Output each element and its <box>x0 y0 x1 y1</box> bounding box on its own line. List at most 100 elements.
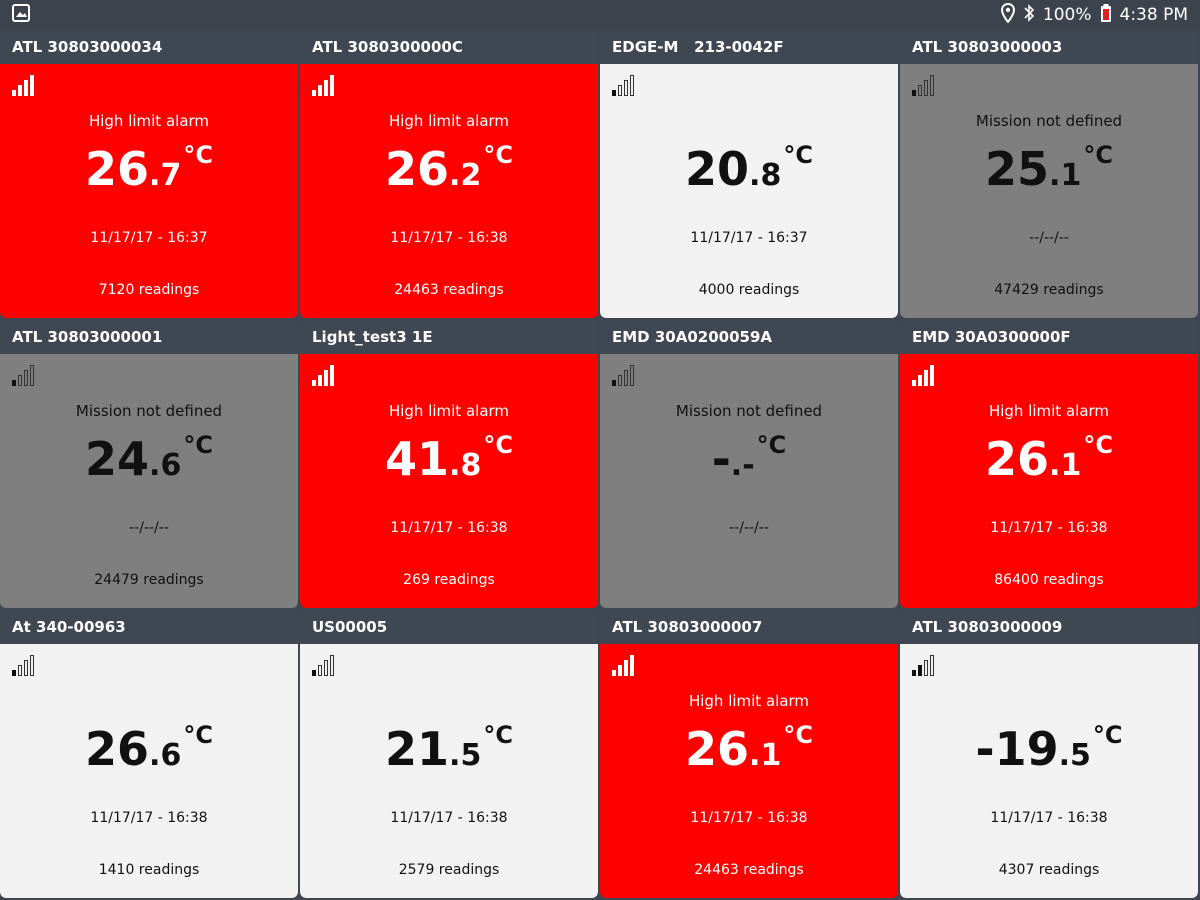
temperature-decimal: .5 <box>1058 738 1091 773</box>
sensor-tile-body[interactable]: 20.8°C 11/17/17 - 16:37 4000 readings <box>600 64 898 318</box>
sensor-name: US00005 <box>312 618 388 636</box>
last-reading-time: 11/17/17 - 16:37 <box>90 230 208 246</box>
signal-strength-icon <box>10 362 38 388</box>
temperature-reading: 26.2°C <box>300 143 598 193</box>
sensor-name: ATL 30803000001 <box>12 328 163 346</box>
alarm-status: Mission not defined <box>75 402 223 420</box>
sensor-name: Light_test3 1E <box>312 328 433 346</box>
last-reading-time: --/--/-- <box>129 520 169 536</box>
temperature-decimal: .1 <box>1049 158 1082 193</box>
readings-count: 24479 readings <box>94 572 204 588</box>
sensor-name: EDGE-M 213-0042F <box>612 38 784 56</box>
temperature-reading: 25.1°C <box>900 143 1198 193</box>
sensor-tile-12[interactable]: ATL 30803000009 -19.5°C 11/17/17 - 16:38… <box>900 610 1198 898</box>
temperature-unit: °C <box>1092 721 1123 749</box>
temperature-integer: 21 <box>385 722 450 776</box>
sensor-tile-1[interactable]: ATL 30803000034 High limit alarm 26.7°C … <box>0 30 298 318</box>
readings-count: 7120 readings <box>98 282 200 298</box>
temperature-integer: 26 <box>85 142 150 196</box>
last-reading-time: 11/17/17 - 16:37 <box>690 230 808 246</box>
alarm-status: High limit alarm <box>688 692 810 710</box>
temperature-integer: - <box>711 432 731 486</box>
sensor-tile-4[interactable]: ATL 30803000003 Mission not defined 25.1… <box>900 30 1198 318</box>
temperature-reading: 26.1°C <box>600 723 898 773</box>
sensor-tile-7[interactable]: EMD 30A0200059A Mission not defined -.-°… <box>600 320 898 608</box>
temperature-reading: 24.6°C <box>0 433 298 482</box>
signal-strength-icon <box>610 362 638 388</box>
sensor-tile-body[interactable]: Mission not defined 25.1°C --/--/-- 4742… <box>900 64 1198 318</box>
signal-strength-icon <box>910 72 938 98</box>
readings-count: 4307 readings <box>998 862 1100 878</box>
last-reading-time: 11/17/17 - 16:38 <box>390 230 508 246</box>
signal-strength-icon <box>610 652 638 678</box>
temperature-reading: 21.5°C <box>300 723 598 772</box>
sensor-name: ATL 30803000034 <box>12 38 163 56</box>
sensor-grid: ATL 30803000034 High limit alarm 26.7°C … <box>0 30 1198 898</box>
temperature-integer: -19 <box>975 722 1059 776</box>
readings-count: 269 readings <box>403 572 495 588</box>
readings-count: 4000 readings <box>698 282 800 298</box>
sensor-tile-body[interactable]: 26.6°C 11/17/17 - 16:38 1410 readings <box>0 644 298 898</box>
temperature-decimal: .1 <box>749 738 782 773</box>
sensor-tile-body[interactable]: Mission not defined -.-°C --/--/-- <box>600 354 898 608</box>
signal-strength-icon <box>10 72 38 98</box>
sensor-tile-3[interactable]: EDGE-M 213-0042F 20.8°C 11/17/17 - 16:37… <box>600 30 898 318</box>
sensor-tile-body[interactable]: High limit alarm 41.8°C 11/17/17 - 16:38… <box>300 354 598 608</box>
temperature-unit: °C <box>1083 431 1113 459</box>
sensor-tile-5[interactable]: ATL 30803000001 Mission not defined 24.6… <box>0 320 298 608</box>
temperature-decimal: .1 <box>1049 448 1082 483</box>
temperature-integer: 26 <box>985 432 1050 486</box>
temperature-decimal: .6 <box>149 738 182 773</box>
sensor-tile-11[interactable]: ATL 30803000007 High limit alarm 26.1°C … <box>600 610 898 898</box>
temperature-unit: °C <box>783 721 813 749</box>
last-reading-time: 11/17/17 - 16:38 <box>390 520 508 536</box>
last-reading-time: 11/17/17 - 16:38 <box>990 520 1108 536</box>
alarm-status: High limit alarm <box>388 112 510 130</box>
system-status-bar: 100% 4:38 PM <box>0 0 1200 30</box>
temperature-unit: °C <box>1083 141 1113 169</box>
temperature-unit: °C <box>183 141 213 169</box>
last-reading-time: 11/17/17 - 16:38 <box>690 810 808 826</box>
signal-strength-icon <box>610 72 638 98</box>
readings-count: 2579 readings <box>398 862 500 878</box>
temperature-unit: °C <box>483 721 513 749</box>
sensor-name: ATL 30803000007 <box>612 618 763 636</box>
temperature-decimal: .2 <box>449 158 482 193</box>
sensor-tile-10[interactable]: US00005 21.5°C 11/17/17 - 16:38 2579 rea… <box>300 610 598 898</box>
sensor-tile-9[interactable]: At 340-00963 26.6°C 11/17/17 - 16:38 141… <box>0 610 298 898</box>
alarm-status: High limit alarm <box>988 402 1110 420</box>
temperature-integer: 26 <box>385 142 450 196</box>
temperature-unit: °C <box>183 721 213 749</box>
sensor-tile-8[interactable]: EMD 30A0300000F High limit alarm 26.1°C … <box>900 320 1198 608</box>
battery-percent: 100% <box>1042 5 1092 25</box>
sensor-tile-body[interactable]: Mission not defined 24.6°C --/--/-- 2447… <box>0 354 298 608</box>
sensor-tile-body[interactable]: High limit alarm 26.1°C 11/17/17 - 16:38… <box>600 644 898 898</box>
sensor-tile-body[interactable]: High limit alarm 26.7°C 11/17/17 - 16:37… <box>0 64 298 318</box>
signal-strength-icon <box>310 362 338 388</box>
sensor-tile-body[interactable]: High limit alarm 26.2°C 11/17/17 - 16:38… <box>300 64 598 318</box>
alarm-status: High limit alarm <box>88 112 210 130</box>
temperature-unit: °C <box>483 431 513 459</box>
readings-count: 24463 readings <box>394 282 504 298</box>
signal-strength-icon <box>310 652 338 678</box>
alarm-status: Mission not defined <box>975 112 1123 130</box>
sensor-tile-2[interactable]: ATL 3080300000C High limit alarm 26.2°C … <box>300 30 598 318</box>
readings-count: 47429 readings <box>994 282 1104 298</box>
signal-strength-icon <box>10 652 38 678</box>
temperature-unit: °C <box>756 431 787 459</box>
sensor-tile-6[interactable]: Light_test3 1E High limit alarm 41.8°C 1… <box>300 320 598 608</box>
sensor-name: EMD 30A0200059A <box>612 328 772 346</box>
sensor-tile-body[interactable]: -19.5°C 11/17/17 - 16:38 4307 readings <box>900 644 1198 898</box>
sensor-tile-body[interactable]: 21.5°C 11/17/17 - 16:38 2579 readings <box>300 644 598 898</box>
temperature-reading: 26.1°C <box>900 433 1198 483</box>
sensor-name: ATL 30803000003 <box>912 38 1063 56</box>
sensor-name: At 340-00963 <box>12 618 126 636</box>
sensor-tile-body[interactable]: High limit alarm 26.1°C 11/17/17 - 16:38… <box>900 354 1198 608</box>
readings-count: 1410 readings <box>98 862 200 878</box>
temperature-decimal: .8 <box>749 158 782 193</box>
temperature-reading: 26.7°C <box>0 143 298 192</box>
readings-count: 86400 readings <box>994 572 1104 588</box>
bluetooth-icon <box>1023 3 1035 28</box>
temperature-integer: 26 <box>85 722 150 776</box>
sensor-name: EMD 30A0300000F <box>912 328 1071 346</box>
